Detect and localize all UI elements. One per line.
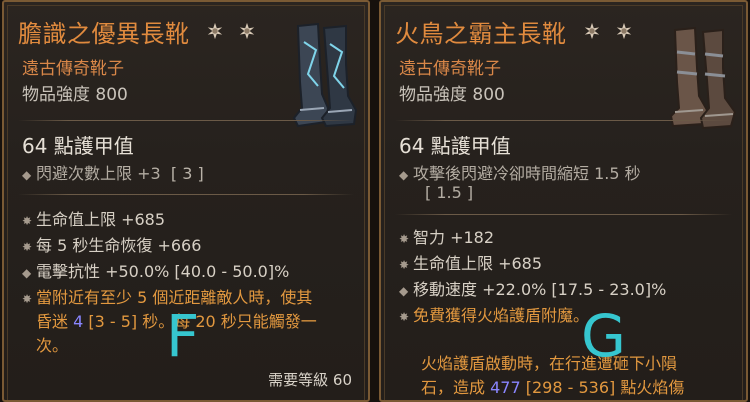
bullet-star-icon: ✸ bbox=[22, 292, 33, 306]
level-requirement: 需要等級 60 bbox=[268, 371, 352, 389]
ancestral-marks bbox=[583, 18, 639, 46]
seal-star-icon bbox=[238, 18, 256, 40]
divider bbox=[395, 120, 732, 121]
implicit-range: [ 1.5 ] bbox=[425, 183, 474, 202]
overlay-label: F bbox=[166, 302, 200, 370]
implicit-affix: ◆ 閃避次數上限 +3 [ 3 ] bbox=[22, 164, 204, 183]
bullet-star-icon: ✸ bbox=[399, 258, 410, 272]
bullet-star-icon: ✸ bbox=[22, 240, 33, 254]
bullet-star-icon: ✸ bbox=[399, 310, 410, 324]
boots-icon bbox=[292, 22, 358, 128]
legendary-power-cont: 次。 bbox=[36, 336, 69, 355]
seal-star-icon bbox=[583, 18, 601, 40]
affix-row: ✸ 生命值上限 +685 bbox=[22, 210, 166, 229]
divider bbox=[18, 120, 354, 121]
ancestral-marks bbox=[206, 18, 262, 46]
overlay-label: G bbox=[581, 302, 626, 370]
bullet-star-icon: ✸ bbox=[22, 214, 33, 228]
power-description: 火焰護盾啟動時，在行進遭砸下小隕 bbox=[421, 354, 678, 373]
bullet-star-icon: ✸ bbox=[399, 232, 410, 246]
divider bbox=[395, 214, 732, 215]
power-description: 石，造成 477 [298 - 536] 點火焰傷 bbox=[421, 378, 685, 397]
armor-value: 64 點護甲值 bbox=[399, 134, 511, 158]
affix-row: ✸ 智力 +182 bbox=[399, 228, 495, 247]
armor-value: 64 點護甲值 bbox=[22, 134, 134, 158]
bullet-diamond-icon: ◆ bbox=[399, 284, 409, 298]
item-title: 火鳥之霸主長靴 bbox=[395, 14, 639, 49]
item-type: 遠古傳奇靴子 bbox=[22, 59, 124, 79]
item-title: 膽識之優異長靴 bbox=[18, 14, 262, 49]
affix-row: ◆ 移動速度 +22.0% [17.5 - 23.0]% bbox=[399, 280, 667, 299]
seal-star-icon bbox=[206, 18, 224, 40]
item-power: 物品強度 800 bbox=[22, 85, 128, 105]
affix-row: ◆ 電擊抗性 +50.0% [40.0 - 50.0]% bbox=[22, 262, 290, 281]
item-tooltip-f: 膽識之優異長靴 遠古傳奇靴子 物品強度 800 64 點護甲值 ◆ 閃避次數上限 … bbox=[2, 0, 370, 402]
boots-icon bbox=[669, 26, 737, 130]
item-power: 物品強度 800 bbox=[399, 85, 505, 105]
bullet-diamond-icon: ◆ bbox=[22, 266, 32, 280]
affix-row: ✸ 生命值上限 +685 bbox=[399, 254, 543, 273]
legendary-power: ✸ 免費獲得火焰護盾附魔。 bbox=[399, 306, 590, 325]
seal-star-icon bbox=[615, 18, 633, 40]
affix-row: ✸ 每 5 秒生命恢復 +666 bbox=[22, 236, 202, 255]
power-description: 害。 bbox=[421, 398, 453, 400]
implicit-affix: ◆ 攻擊後閃避冷卻時間縮短 1.5 秒 bbox=[399, 164, 641, 183]
bullet-diamond-icon: ◆ bbox=[22, 168, 32, 182]
divider bbox=[18, 194, 354, 195]
item-type: 遠古傳奇靴子 bbox=[399, 59, 501, 79]
item-tooltip-g: 火鳥之霸主長靴 遠古傳奇靴子 物品強度 800 64 點護甲值 ◆ 攻擊後閃避冷卻… bbox=[379, 0, 748, 402]
bullet-diamond-icon: ◆ bbox=[399, 168, 409, 182]
